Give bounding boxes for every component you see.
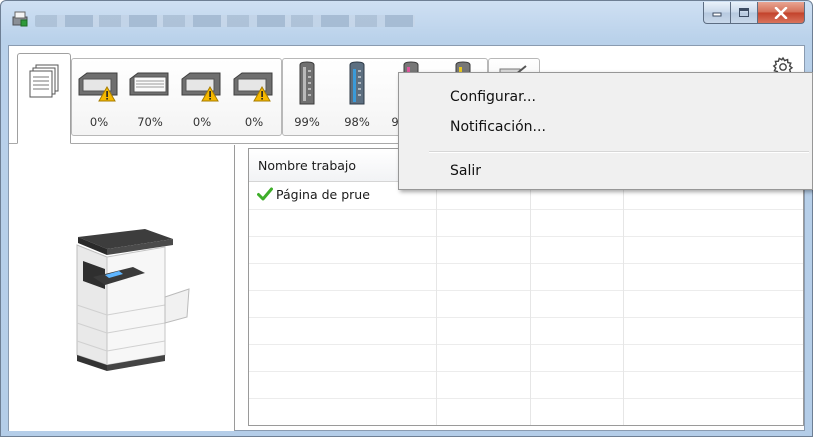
tray-2-icon [129, 72, 169, 96]
tray-3-level: 0% [192, 115, 212, 129]
table-row [249, 345, 803, 372]
table-cell [531, 264, 624, 291]
table-cell [437, 291, 531, 318]
table-cell [249, 372, 437, 399]
table-cell [531, 399, 624, 425]
tab-paper-trays[interactable]: 0% 70% 0% 0% [71, 58, 282, 136]
maximize-icon [739, 8, 749, 17]
table-cell [249, 345, 437, 372]
close-button[interactable] [758, 2, 805, 24]
table-row [249, 210, 803, 237]
toner-black-icon [299, 61, 315, 105]
toner-cyan-level: 98% [344, 115, 370, 129]
menu-item-exit[interactable]: Salir [402, 159, 810, 185]
table-cell [249, 264, 437, 291]
toner-black-level: 99% [294, 115, 320, 129]
document-stack-icon [29, 64, 59, 98]
table-cell [249, 237, 437, 264]
window-title [35, 15, 415, 27]
table-cell [531, 237, 624, 264]
table-row [249, 291, 803, 318]
table-row [249, 318, 803, 345]
table-cell [437, 210, 531, 237]
close-icon [774, 6, 788, 19]
device-panel [9, 145, 235, 431]
table-cell [531, 210, 624, 237]
minimize-button[interactable] [703, 2, 731, 24]
table-cell [531, 291, 624, 318]
checkmark-icon [257, 187, 273, 201]
table-cell [437, 399, 531, 425]
toner-cyan-icon [349, 61, 365, 105]
table-cell [437, 372, 531, 399]
printer-app-icon [12, 11, 28, 27]
table-cell [437, 264, 531, 291]
table-row [249, 264, 803, 291]
tray-1-level: 0% [89, 115, 109, 129]
table-cell [437, 345, 531, 372]
tray-4-level: 0% [244, 115, 264, 129]
table-cell [249, 318, 437, 345]
table-row [249, 399, 803, 425]
menu-item-configure[interactable]: Configurar... [402, 85, 810, 111]
tray-2-level: 70% [137, 115, 163, 129]
tray-1-warning-icon [78, 72, 118, 102]
job-name: Página de prue [276, 187, 370, 202]
table-row [249, 372, 803, 399]
tray-4-warning-icon [233, 72, 273, 102]
table-cell [249, 399, 437, 425]
minimize-icon [712, 12, 722, 16]
context-menu: Configurar... Notificación... Salir [398, 72, 813, 190]
table-cell [531, 372, 624, 399]
menu-separator [429, 151, 809, 153]
table-cell [249, 291, 437, 318]
tab-jobs[interactable] [17, 53, 71, 144]
tray-3-warning-icon [181, 72, 221, 102]
table-cell [531, 345, 624, 372]
maximize-button[interactable] [731, 2, 758, 24]
table-cell [531, 318, 624, 345]
table-cell [249, 210, 437, 237]
printer-illustration [76, 229, 190, 371]
menu-item-notification[interactable]: Notificación... [402, 115, 810, 141]
table-row [249, 237, 803, 264]
caption-buttons [703, 2, 805, 24]
table-cell [437, 318, 531, 345]
title-bar[interactable] [1, 1, 812, 45]
table-cell [437, 237, 531, 264]
app-window: 0% 70% 0% 0% 99% 98% 9 Nombre trabajo Pá… [0, 0, 813, 437]
